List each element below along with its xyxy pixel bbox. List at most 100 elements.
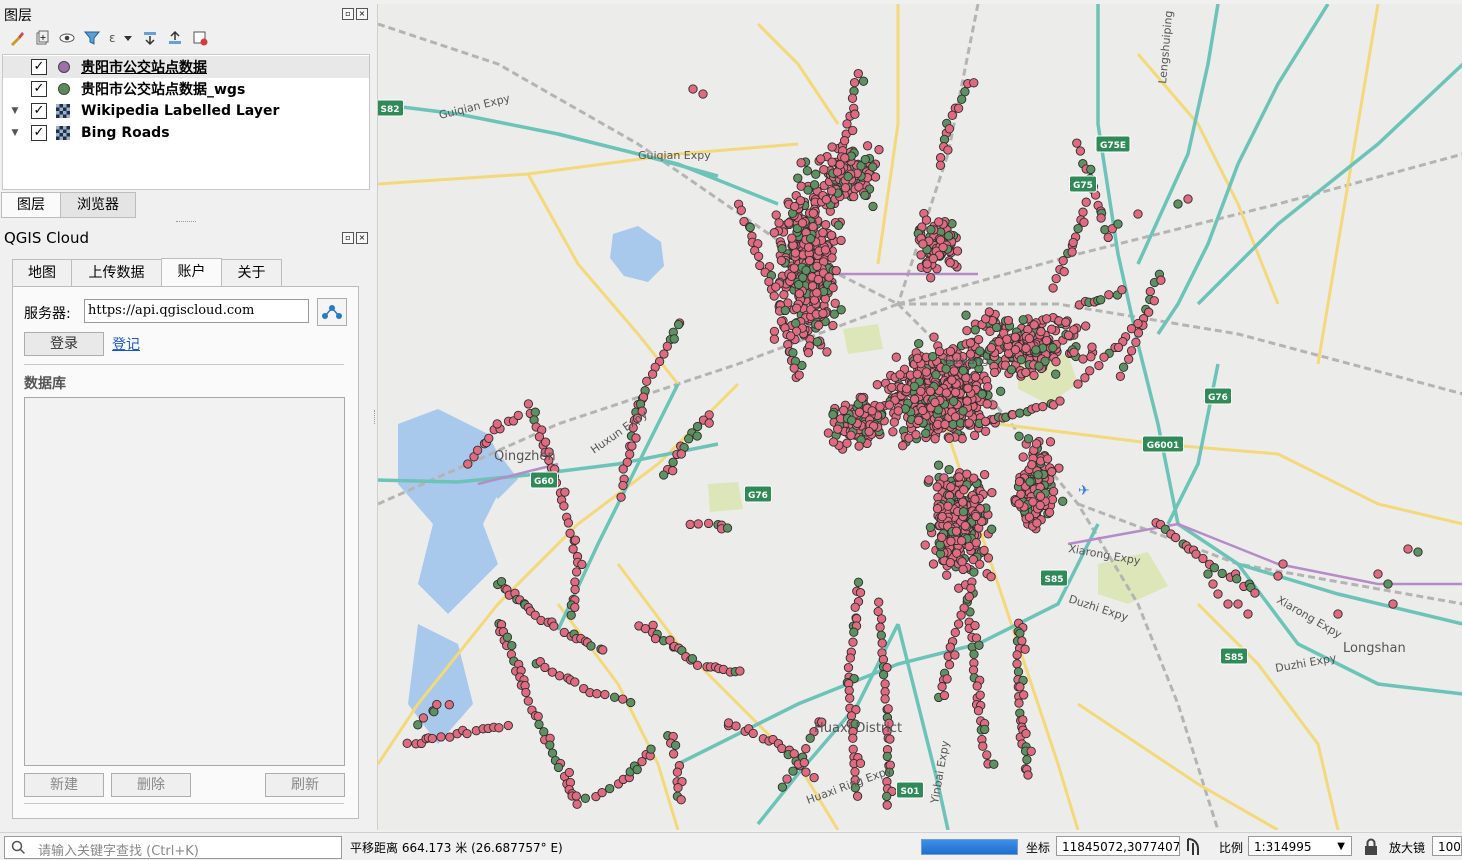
bus-stop-point[interactable] (939, 690, 950, 701)
bus-stop-point[interactable] (1006, 365, 1017, 375)
bus-stop-point[interactable] (942, 570, 952, 580)
bus-stop-point[interactable] (1373, 569, 1383, 579)
bus-stop-point[interactable] (616, 492, 626, 502)
bus-stop-point[interactable] (975, 690, 985, 700)
bus-stop-point[interactable] (507, 640, 517, 651)
bus-stop-point[interactable] (928, 351, 938, 362)
bus-stop-point[interactable] (790, 248, 801, 258)
bus-stop-point[interactable] (853, 577, 864, 587)
bus-stop-point[interactable] (792, 303, 802, 313)
bus-stop-point[interactable] (852, 791, 863, 801)
bus-stop-point[interactable] (867, 406, 877, 416)
bus-stop-point[interactable] (926, 273, 936, 283)
bus-stop-point[interactable] (1126, 324, 1137, 334)
bus-stop-point[interactable] (472, 445, 483, 455)
bus-stop-point[interactable] (1223, 599, 1233, 609)
bus-stop-point[interactable] (858, 76, 869, 86)
bus-stop-point[interactable] (824, 272, 834, 282)
bus-stop-point[interactable] (1020, 644, 1030, 654)
bus-stop-point[interactable] (1019, 690, 1029, 700)
expand-arrow-icon[interactable]: ▼ (10, 106, 20, 116)
bus-stop-point[interactable] (929, 332, 939, 342)
bus-stop-point[interactable] (1078, 354, 1088, 364)
bus-stop-point[interactable] (835, 160, 845, 170)
bus-stop-point[interactable] (930, 397, 940, 408)
bus-stop-point[interactable] (989, 759, 999, 769)
bus-stop-point[interactable] (673, 783, 683, 793)
magnifier-field[interactable]: 100% (1432, 836, 1462, 856)
bus-stop-point[interactable] (777, 743, 787, 754)
bus-stop-point[interactable] (1061, 317, 1071, 327)
bus-stop-point[interactable] (668, 457, 678, 467)
bus-stop-point[interactable] (1068, 237, 1078, 248)
bus-stop-point[interactable] (868, 162, 878, 172)
bus-stop-point[interactable] (523, 399, 534, 409)
bus-stop-point[interactable] (913, 415, 924, 426)
bus-stop-point[interactable] (820, 245, 831, 255)
bus-stop-point[interactable] (1170, 532, 1181, 543)
bus-stop-point[interactable] (848, 637, 858, 647)
tab-layers[interactable]: 图层 (1, 192, 61, 218)
bus-stop-point[interactable] (855, 758, 866, 768)
bus-stop-point[interactable] (1021, 343, 1031, 353)
tab-map[interactable]: 地图 (12, 259, 72, 286)
bus-stop-point[interactable] (1047, 324, 1057, 334)
bus-stop-point[interactable] (790, 201, 800, 212)
bus-stop-point[interactable] (736, 205, 746, 215)
bus-stop-point[interactable] (957, 557, 967, 567)
bus-stop-point[interactable] (827, 157, 837, 167)
bus-stop-point[interactable] (1018, 452, 1028, 462)
bus-stop-point[interactable] (1041, 335, 1052, 346)
bus-stop-point[interactable] (935, 540, 945, 550)
bus-stop-point[interactable] (609, 692, 620, 702)
map-canvas[interactable]: S82 G75E G75 G76 G6001 G60 G76 S85 S85 S01 Guiqia… (377, 4, 1462, 830)
bus-stop-point[interactable] (1144, 307, 1154, 317)
bus-stop-point[interactable] (876, 614, 887, 624)
bus-stop-point[interactable] (1232, 574, 1242, 584)
bus-stop-point[interactable] (984, 307, 994, 317)
bus-stop-point[interactable] (843, 662, 854, 673)
bus-stop-point[interactable] (989, 367, 1000, 378)
bus-stop-point[interactable] (560, 487, 570, 497)
bus-stop-point[interactable] (1012, 659, 1022, 669)
bus-stop-point[interactable] (962, 325, 972, 336)
bus-stop-point[interactable] (1099, 352, 1109, 362)
bus-stop-point[interactable] (957, 94, 967, 104)
bus-stop-point[interactable] (1023, 770, 1033, 780)
bus-stop-point[interactable] (982, 399, 992, 409)
bus-stop-point[interactable] (953, 103, 964, 113)
bus-stop-point[interactable] (938, 242, 948, 253)
bus-stop-point[interactable] (626, 697, 636, 708)
bus-stop-point[interactable] (563, 518, 574, 528)
bus-stop-point[interactable] (969, 649, 979, 659)
bus-stop-point[interactable] (875, 402, 885, 412)
bus-stop-point[interactable] (952, 246, 963, 256)
delete-database-button[interactable]: 删除 (111, 773, 191, 797)
bus-stop-point[interactable] (670, 740, 681, 750)
bus-stop-point[interactable] (676, 795, 686, 805)
bus-stop-point[interactable] (969, 78, 979, 88)
bus-stop-point[interactable] (1051, 273, 1061, 284)
bus-stop-point[interactable] (577, 559, 587, 570)
bus-stop-point[interactable] (1058, 256, 1068, 266)
bus-stop-point[interactable] (801, 744, 811, 754)
bus-stop-point[interactable] (812, 261, 822, 271)
bus-stop-point[interactable] (811, 169, 821, 179)
bus-stop-point[interactable] (793, 173, 803, 183)
bus-stop-point[interactable] (889, 417, 899, 427)
bus-stop-point[interactable] (553, 762, 564, 773)
bus-stop-point[interactable] (1209, 563, 1220, 573)
tab-browser[interactable]: 浏览器 (60, 192, 136, 218)
bus-stop-point[interactable] (1403, 544, 1413, 554)
bus-stop-point[interactable] (828, 283, 838, 293)
bus-stop-point[interactable] (874, 597, 884, 607)
bus-stop-point[interactable] (540, 437, 551, 447)
bus-stop-point[interactable] (668, 466, 678, 476)
bus-stop-point[interactable] (685, 519, 695, 530)
bus-stop-point[interactable] (1048, 283, 1058, 293)
database-list[interactable] (24, 397, 345, 766)
bus-stop-point[interactable] (1014, 431, 1024, 441)
bus-stop-point[interactable] (983, 382, 993, 392)
bus-stop-point[interactable] (940, 419, 950, 430)
bus-stop-point[interactable] (849, 191, 859, 202)
